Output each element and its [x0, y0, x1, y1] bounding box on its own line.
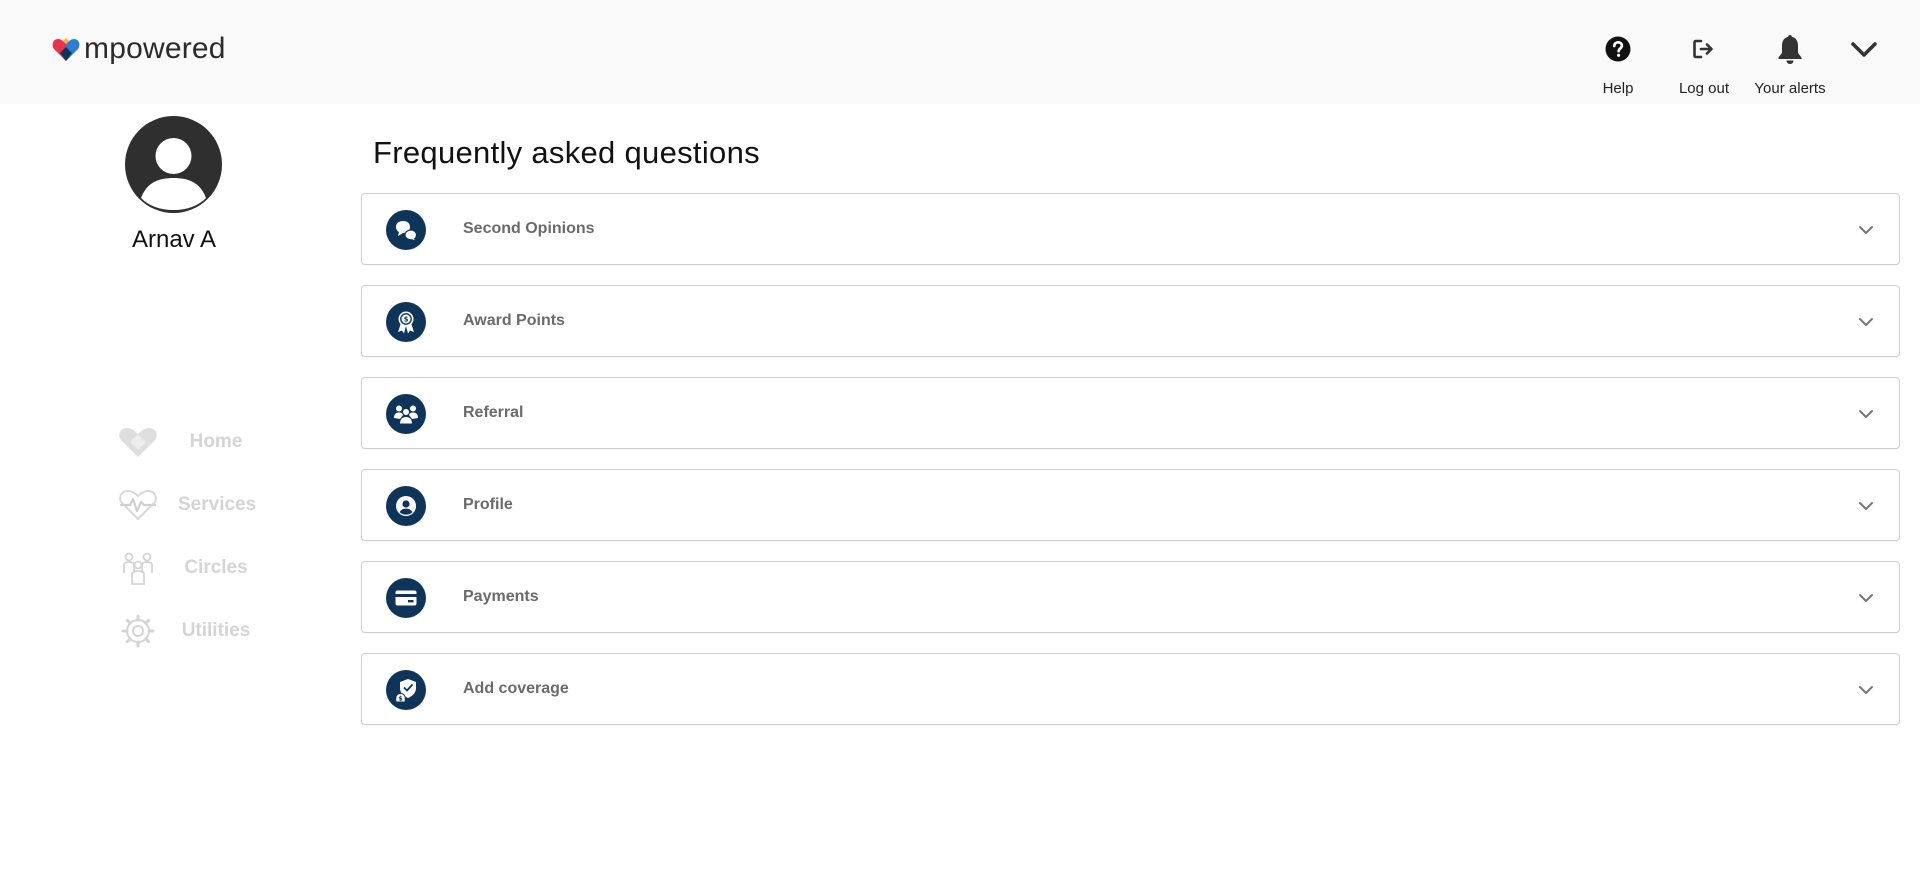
sidebar-item-label: Home [189, 430, 243, 452]
credit-card-icon [386, 578, 426, 618]
page-title: Frequently asked questions [373, 135, 760, 170]
account-menu-toggle[interactable] [1846, 36, 1882, 64]
faq-item-award-points[interactable]: $ Award Points [361, 285, 1900, 357]
chevron-down-icon [1851, 42, 1877, 57]
sidebar-item-label: Utilities [181, 619, 251, 641]
faq-list: Second Opinions $ Award Points Referral … [361, 193, 1900, 745]
gear-icon [121, 614, 155, 647]
shield-money-icon: $ [386, 670, 426, 710]
heartbeat-icon [119, 489, 157, 520]
chevron-down-icon [1859, 410, 1873, 418]
faq-item-add-coverage[interactable]: $ Add coverage [361, 653, 1900, 725]
svg-text:$: $ [404, 316, 409, 324]
sidebar-item-services[interactable]: Services [118, 473, 298, 536]
bell-icon [1778, 35, 1802, 64]
faq-label: Payments [463, 588, 539, 605]
faq-item-profile[interactable]: Profile [361, 469, 1900, 541]
chevron-down-icon [1859, 318, 1873, 326]
faq-label: Award Points [463, 312, 565, 329]
help-label: Help [1602, 80, 1634, 97]
user-name: Arnav A [131, 226, 217, 253]
faq-label: Second Opinions [463, 220, 595, 237]
sidebar-item-label: Services [178, 493, 257, 515]
logout-button[interactable]: Log out [1670, 32, 1738, 97]
logout-icon [1693, 39, 1713, 59]
chat-bubbles-icon [386, 210, 426, 250]
profile-icon [386, 486, 426, 526]
chevron-down-icon [1859, 686, 1873, 694]
group-icon [386, 394, 426, 434]
sidebar-item-label: Circles [184, 556, 248, 578]
logout-label: Log out [1678, 80, 1730, 97]
faq-label: Referral [463, 404, 524, 421]
chevron-down-icon [1859, 502, 1873, 510]
faq-label: Profile [463, 496, 513, 513]
brand-logo[interactable]: mpowered [52, 34, 226, 64]
heart-home-icon [119, 427, 157, 457]
alerts-label: Your alerts [1754, 80, 1826, 97]
help-circle-icon [1605, 36, 1631, 62]
sidebar-nav: Home Services Circles Utilities [118, 410, 298, 662]
people-icon [123, 552, 153, 585]
chevron-down-icon [1859, 594, 1873, 602]
sidebar-item-home[interactable]: Home [118, 410, 298, 473]
help-button[interactable]: Help [1590, 32, 1646, 97]
chevron-down-icon [1859, 226, 1873, 234]
faq-item-referral[interactable]: Referral [361, 377, 1900, 449]
user-avatar-icon [141, 138, 206, 210]
user-avatar[interactable] [125, 116, 222, 213]
sidebar-item-circles[interactable]: Circles [118, 536, 298, 599]
faq-item-second-opinions[interactable]: Second Opinions [361, 193, 1900, 265]
brand-name: mpowered [84, 32, 226, 65]
alerts-button[interactable]: Your alerts [1746, 32, 1834, 97]
award-ribbon-icon: $ [386, 302, 426, 342]
sidebar-item-utilities[interactable]: Utilities [118, 599, 298, 662]
svg-text:$: $ [398, 695, 403, 703]
logo-heart-icon [52, 38, 80, 61]
faq-item-payments[interactable]: Payments [361, 561, 1900, 633]
faq-label: Add coverage [463, 680, 569, 697]
top-bar: mpowered Help Log out Your alerts [0, 0, 1920, 104]
